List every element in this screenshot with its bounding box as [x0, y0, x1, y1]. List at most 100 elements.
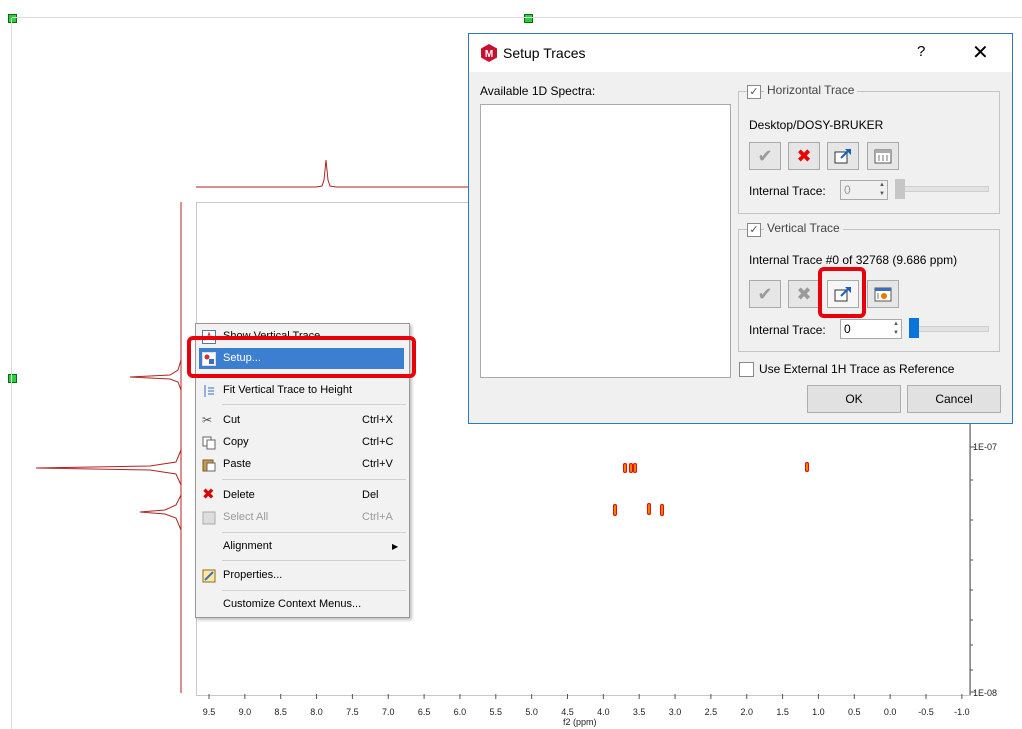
x-tick-label: 0.0 — [883, 707, 897, 717]
x-axis-title: f2 (ppm) — [563, 717, 597, 727]
x-tick-label: 1.0 — [812, 707, 825, 717]
horizontal-trace-checkbox[interactable]: ✓ — [747, 85, 761, 99]
x-tick-label: 6.5 — [417, 707, 431, 717]
menu-item-cut[interactable]: ✂ Cut Ctrl+X — [197, 410, 408, 431]
horizontal-apply-button[interactable]: ✔ — [749, 142, 781, 170]
x-tick-label: 3.0 — [668, 707, 682, 717]
available-spectra-label: Available 1D Spectra: — [480, 84, 596, 98]
close-button[interactable]: ✕ — [972, 40, 989, 65]
cancel-button[interactable]: Cancel — [907, 385, 1001, 413]
vertical-remove-button[interactable]: ✖ — [788, 280, 820, 308]
menu-separator — [222, 532, 406, 533]
ok-button[interactable]: OK — [807, 385, 901, 413]
peak — [805, 462, 809, 472]
app-logo-icon: M — [480, 44, 498, 65]
peak — [647, 503, 651, 515]
horizontal-trace-source: Desktop/DOSY-BRUKER — [749, 118, 884, 132]
menu-separator — [222, 590, 406, 591]
menu-item-fit-vertical-trace[interactable]: Fit Vertical Trace to Height — [197, 380, 408, 401]
vertical-internal-trace-spinbox[interactable]: 0 ▲ ▼ — [840, 319, 902, 339]
peak — [613, 504, 617, 516]
fit-height-icon — [202, 384, 216, 398]
horizontal-spectrum-button[interactable] — [867, 142, 899, 170]
x-tick-label: 2.5 — [704, 707, 718, 717]
delete-x-icon: ✖ — [796, 145, 812, 166]
horizontal-slider-thumb[interactable] — [895, 179, 905, 199]
horizontal-internal-trace-label: Internal Trace: — [749, 184, 826, 198]
vertical-spectrum-button[interactable] — [867, 280, 899, 308]
peak — [660, 504, 664, 516]
properties-icon — [202, 569, 216, 583]
resize-handle-middle-left[interactable] — [8, 374, 17, 383]
checkmark-icon: ✔ — [757, 283, 773, 304]
setup-traces-dialog: M Setup Traces ? ✕ Available 1D Spectra:… — [468, 33, 1013, 424]
menu-separator — [222, 404, 406, 405]
x-tick-label: 4.5 — [561, 707, 574, 717]
checkmark-icon: ✔ — [757, 145, 773, 166]
menu-item-alignment[interactable]: Alignment ▶ — [197, 536, 408, 557]
resize-handle-top-left[interactable] — [8, 14, 17, 23]
available-spectra-list[interactable] — [480, 104, 731, 378]
horizontal-trace — [196, 159, 476, 188]
x-tick-label: 8.5 — [274, 707, 287, 717]
delete-x-icon: ✖ — [796, 283, 812, 304]
use-external-checkbox[interactable] — [739, 362, 754, 377]
menu-item-delete[interactable]: ✖ Delete Del — [197, 485, 408, 506]
menu-item-select-all[interactable]: Select All Ctrl+A — [197, 507, 408, 528]
vertical-slider-thumb[interactable] — [909, 318, 919, 338]
y-axis-ticks — [969, 420, 975, 695]
x-tick-label: 5.5 — [489, 707, 503, 717]
x-tick-label: 1.5 — [776, 707, 789, 717]
select-all-icon — [202, 511, 216, 525]
copy-icon — [202, 436, 216, 450]
x-tick-label: 2.0 — [740, 707, 754, 717]
highlight-export-button — [818, 267, 866, 318]
vertical-trace-legend: Vertical Trace — [764, 221, 843, 235]
delete-x-icon: ✖ — [202, 486, 215, 503]
menu-separator — [222, 479, 406, 480]
horizontal-export-button[interactable] — [827, 142, 859, 170]
menu-item-paste[interactable]: Paste Ctrl+V — [197, 454, 408, 475]
y-axis-label-bottom: 1E-08 — [973, 688, 998, 698]
vertical-trace-slider[interactable] — [909, 326, 989, 332]
dialog-titlebar: M Setup Traces ? ✕ — [469, 34, 1012, 72]
horizontal-trace-slider[interactable] — [895, 186, 989, 192]
x-tick-label: 7.5 — [346, 707, 359, 717]
x-tick-label: 0.5 — [848, 707, 861, 717]
horizontal-trace-legend: Horizontal Trace — [764, 83, 858, 97]
resize-handle-top-center[interactable] — [524, 14, 533, 23]
menu-separator — [222, 560, 406, 561]
x-tick-label: -1.0 — [954, 707, 970, 717]
vertical-trace-checkbox[interactable]: ✓ — [747, 223, 761, 237]
selection-border-top — [12, 17, 1022, 18]
x-tick-label: 9.0 — [238, 707, 252, 717]
dialog-title: Setup Traces — [503, 45, 586, 61]
menu-item-properties[interactable]: Properties... — [197, 565, 408, 586]
help-button[interactable]: ? — [917, 43, 925, 60]
submenu-arrow-icon: ▶ — [392, 542, 399, 551]
paste-icon — [202, 458, 216, 472]
x-tick-label: 8.0 — [310, 707, 323, 717]
x-tick-label: 9.5 — [202, 707, 216, 717]
spin-down-icon: ▼ — [879, 191, 885, 197]
spectrum-window-icon — [874, 149, 892, 164]
x-tick-label: 5.0 — [525, 707, 538, 717]
vertical-apply-button[interactable]: ✔ — [749, 280, 781, 308]
highlight-setup — [187, 336, 416, 378]
export-arrow-icon — [834, 149, 851, 164]
horizontal-internal-trace-spinbox[interactable]: 0 ▲ ▼ — [840, 180, 888, 200]
svg-text:M: M — [485, 49, 493, 60]
menu-item-customize-context-menus[interactable]: Customize Context Menus... — [197, 594, 408, 615]
spin-up-icon: ▲ — [893, 321, 899, 327]
spin-up-icon: ▲ — [879, 182, 885, 188]
spin-down-icon: ▼ — [893, 330, 899, 336]
spectrum-window-icon — [874, 287, 892, 302]
menu-item-copy[interactable]: Copy Ctrl+C — [197, 432, 408, 453]
scissors-icon: ✂ — [202, 413, 213, 427]
selection-border-left — [11, 18, 12, 729]
horizontal-remove-button[interactable]: ✖ — [788, 142, 820, 170]
x-axis-ticks — [208, 694, 963, 699]
x-tick-label: 7.0 — [381, 707, 395, 717]
peak — [633, 463, 637, 473]
peak — [623, 463, 627, 473]
